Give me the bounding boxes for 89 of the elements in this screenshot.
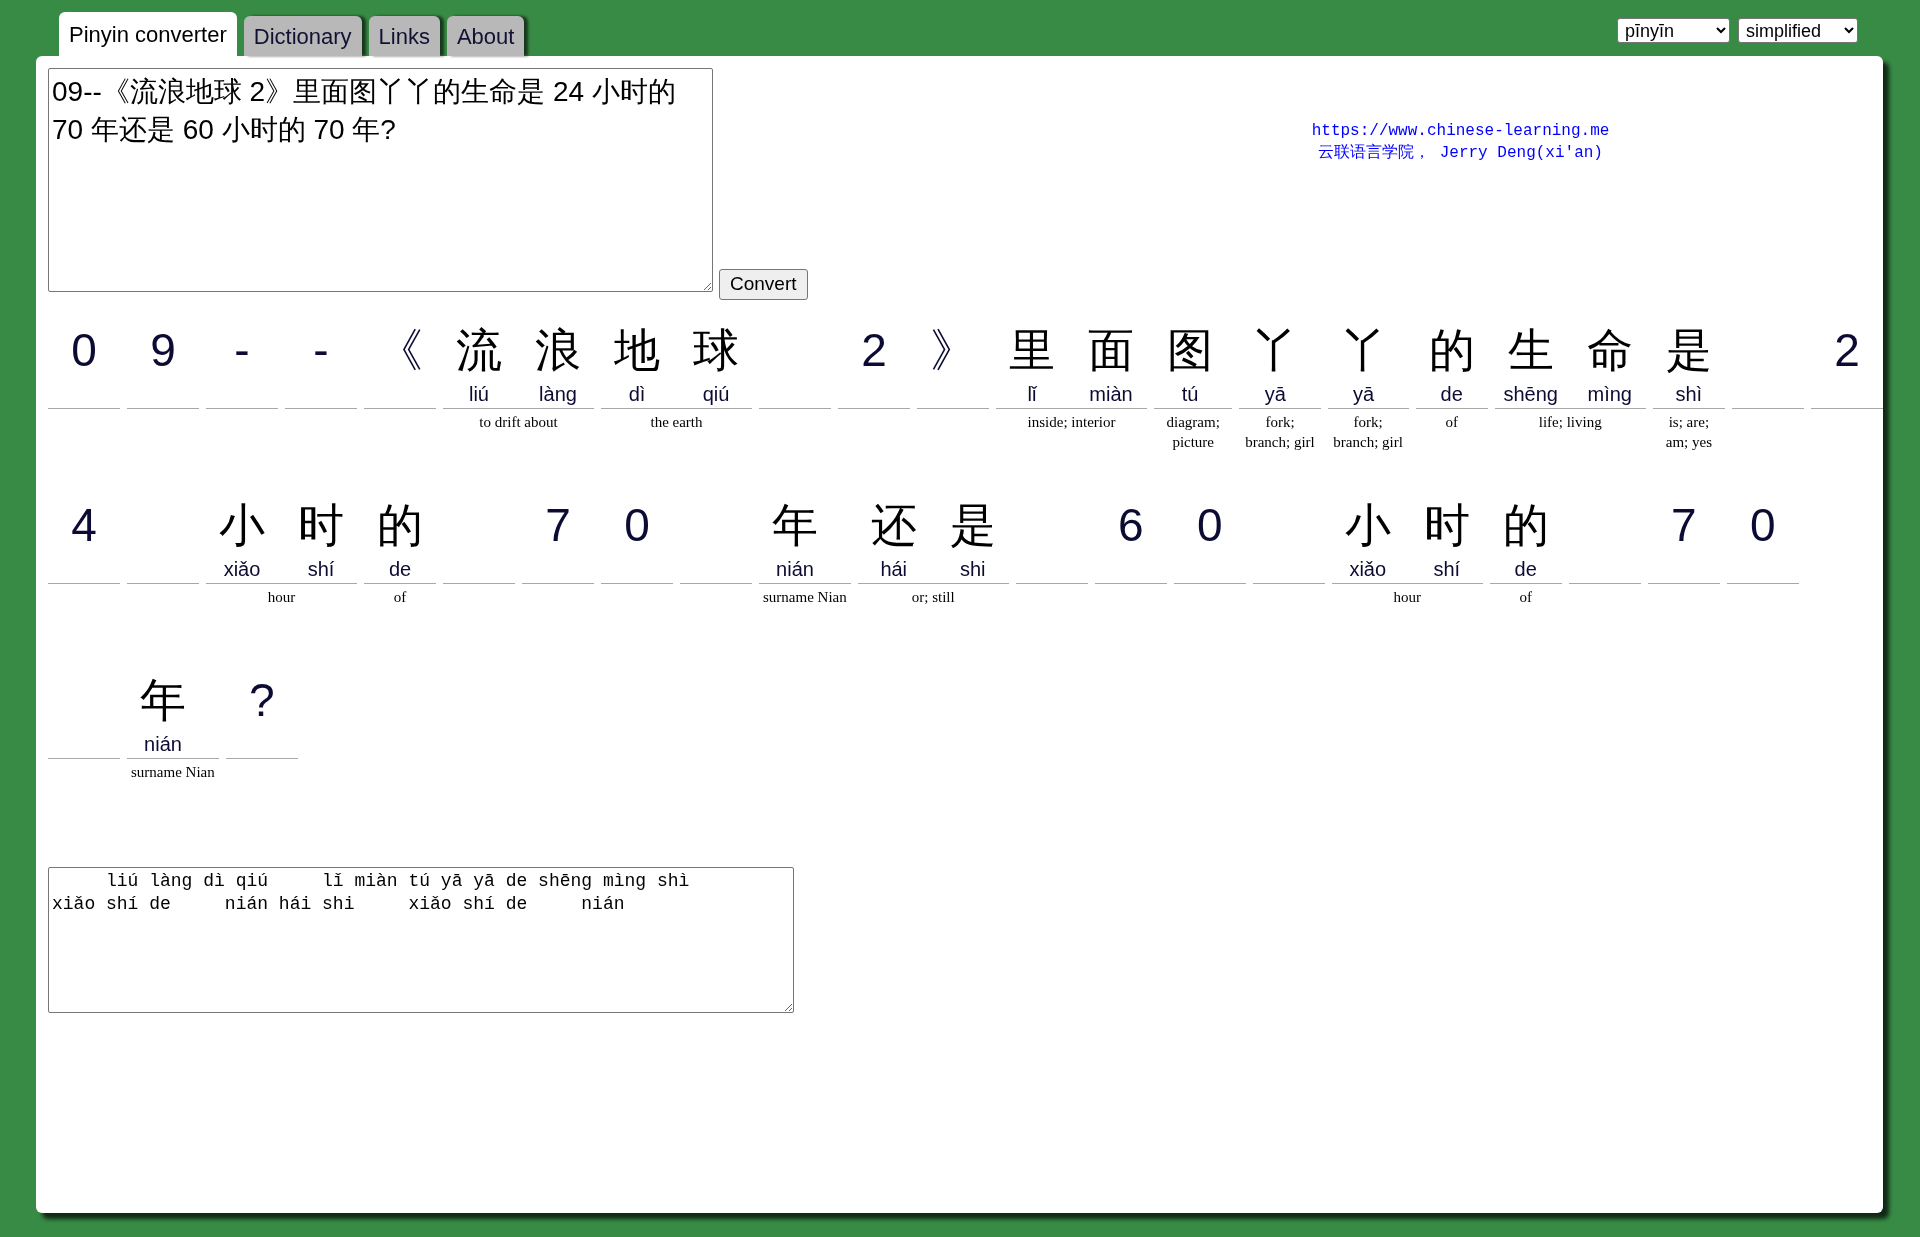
pinyin-text: liú — [469, 382, 489, 406]
definition-text: of — [1444, 413, 1459, 432]
definition-text: of — [1518, 588, 1533, 607]
symbol-character: 0 — [71, 323, 97, 377]
symbol-character: 2 — [861, 323, 887, 377]
pinyin-text: yā — [1264, 382, 1286, 406]
definition-text: or; still — [910, 588, 956, 607]
pinyin-text: de — [388, 557, 412, 581]
definition-text: the earth — [649, 413, 704, 432]
hanzi-character: 图 — [1167, 323, 1213, 377]
symbol-character: 6 — [1117, 498, 1144, 552]
tab[interactable]: About — [446, 16, 525, 56]
pinyin-text: mìng — [1587, 382, 1632, 406]
symbol-character: 》 — [930, 323, 976, 377]
author-credit: 云联语言学院， Jerry Deng(xi'an) — [1318, 142, 1603, 164]
pinyin-text: de — [1440, 382, 1463, 406]
pinyin-text: tú — [1181, 382, 1199, 406]
definition-text: of — [392, 588, 408, 607]
pinyin-text: shì — [1675, 382, 1703, 406]
pinyin-text: yā — [1353, 382, 1375, 406]
hanzi-character: 的 — [1502, 498, 1549, 552]
symbol-character: - — [234, 323, 250, 377]
hanzi-character: 的 — [1428, 323, 1475, 377]
definition-text: fork; branch; girl — [1244, 413, 1316, 452]
symbol-character: ? — [248, 673, 275, 727]
definition-text: surname Nian — [762, 588, 848, 607]
hanzi-character: 年 — [140, 673, 186, 727]
dropdown[interactable]: simplified — [1738, 18, 1858, 43]
pinyin-text: dì — [628, 382, 646, 406]
symbol-character: 0 — [1749, 498, 1776, 552]
pinyin-text: shí — [307, 557, 335, 581]
pinyin-text: miàn — [1089, 382, 1133, 406]
symbol-character: 4 — [71, 498, 97, 552]
hanzi-character: 年 — [772, 498, 818, 552]
hanzi-character: 还 — [870, 498, 917, 552]
definition-text: hour — [266, 588, 297, 607]
hanzi-character: 流 — [456, 323, 502, 377]
pinyin-text: de — [1514, 557, 1537, 581]
tab[interactable]: Pinyin converter — [59, 12, 237, 56]
dropdown[interactable]: pīnyīn — [1617, 18, 1730, 43]
hanzi-character: 是 — [949, 498, 996, 552]
tab[interactable]: Links — [368, 16, 440, 56]
definition-text: to drift about — [478, 413, 559, 432]
definition-text: diagram; picture — [1165, 413, 1221, 452]
tab[interactable]: Dictionary — [243, 16, 362, 56]
hanzi-character: 球 — [693, 323, 739, 377]
hanzi-character: 时 — [298, 498, 344, 552]
symbol-character: 2 — [1834, 323, 1860, 377]
pinyin-text: lǐ — [1027, 382, 1037, 406]
hanzi-character: 地 — [614, 323, 660, 377]
hanzi-character: 浪 — [535, 323, 581, 377]
website-link[interactable]: https://www.chinese-learning.me — [1311, 120, 1610, 142]
hanzi-character: 命 — [1586, 323, 1633, 377]
definition-text: inside; interior — [1026, 413, 1117, 432]
hanzi-character: 丫 — [1252, 323, 1299, 377]
symbol-character: 《 — [377, 323, 423, 377]
convert-button[interactable]: Convert — [719, 269, 808, 300]
hanzi-character: 时 — [1423, 498, 1470, 552]
symbol-character: 7 — [545, 498, 571, 552]
hanzi-character: 生 — [1507, 323, 1554, 377]
hanzi-character: 面 — [1088, 323, 1134, 377]
hanzi-character: 里 — [1009, 323, 1055, 377]
hanzi-character: 丫 — [1340, 323, 1387, 377]
symbol-character: - — [313, 323, 329, 377]
pinyin-text: shí — [1433, 557, 1461, 581]
definition-text: life; living — [1537, 413, 1603, 432]
pinyin-text: qiú — [702, 382, 730, 406]
definition-text: is; are; am; yes — [1664, 413, 1713, 452]
pinyin-text: làng — [539, 382, 577, 406]
pinyin-text: shi — [959, 557, 986, 581]
symbol-character: 9 — [150, 323, 176, 377]
pinyin-text: nián — [144, 732, 182, 756]
chinese-input-field[interactable]: 09--《流浪地球 2》里面图丫丫的生命是 24 小时的 70 年还是 60 小时的 70 年? — [48, 68, 713, 292]
definition-text: hour — [1392, 588, 1422, 607]
pinyin-text: hái — [880, 557, 908, 581]
pinyin-output-field[interactable]: liú làng dì qiú lǐ miàn tú yā yā de shēng mìng shì xiǎo shí de nián hái shi xiǎo shí de nián — [48, 867, 794, 1013]
hanzi-character: 小 — [1344, 498, 1391, 552]
hanzi-character: 的 — [377, 498, 423, 552]
definition-text: fork; branch; girl — [1332, 413, 1404, 452]
hanzi-character: 是 — [1665, 323, 1712, 377]
symbol-character: 0 — [1196, 498, 1223, 552]
pinyin-text: xiǎo — [1349, 557, 1387, 581]
pinyin-text: shēng — [1503, 382, 1558, 406]
definition-text: surname Nian — [130, 763, 216, 782]
symbol-character: 7 — [1670, 498, 1697, 552]
pinyin-text: nián — [776, 557, 814, 581]
symbol-character: 0 — [624, 498, 650, 552]
pinyin-text: xiǎo — [223, 557, 261, 581]
hanzi-character: 小 — [219, 498, 265, 552]
